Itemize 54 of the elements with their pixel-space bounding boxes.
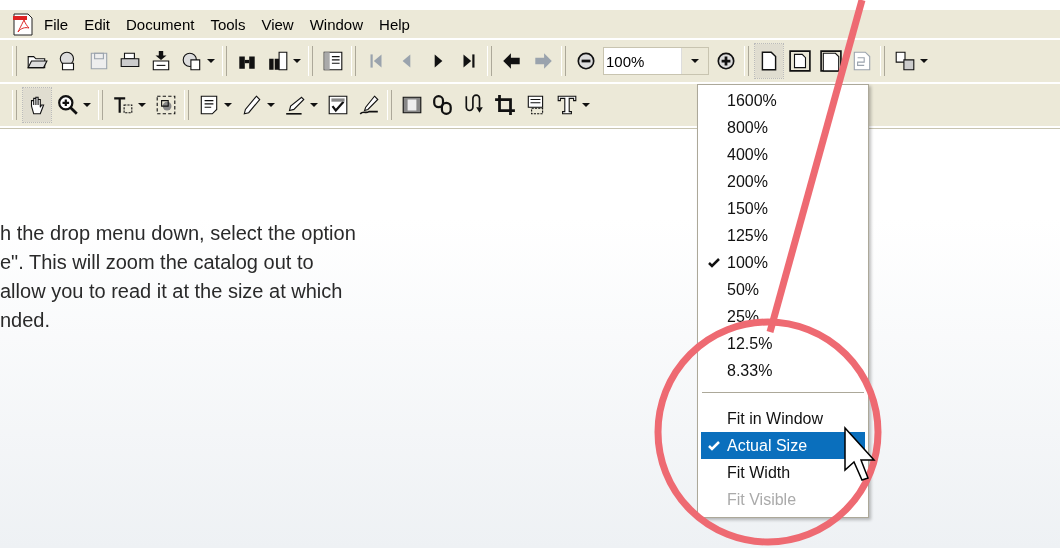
text-select-icon[interactable] [112,94,134,116]
zoom-combo-box[interactable]: 100% [603,47,709,75]
framed-page-icon[interactable] [789,50,811,72]
zoom-option[interactable]: 800% [701,114,865,141]
note-icon[interactable] [198,94,220,116]
zoom-option[interactable]: 200% [701,168,865,195]
snapshot-icon[interactable] [155,94,177,116]
zoom-option[interactable]: 8.33% [701,357,865,384]
menu-item[interactable]: Edit [76,15,119,33]
zoom-option[interactable]: 125% [701,222,865,249]
caret-icon[interactable] [267,102,275,108]
crop-icon[interactable] [494,94,516,116]
zoom-option[interactable]: 50% [701,276,865,303]
menu-item[interactable]: Window [301,15,372,33]
panel-icon[interactable] [322,50,344,72]
caret-icon[interactable] [224,102,232,108]
menu-item[interactable]: Tools [202,15,254,33]
zoom-option[interactable]: 100% [701,249,865,276]
pencil-icon[interactable] [241,94,263,116]
film-icon[interactable] [401,94,423,116]
zoom-in-icon[interactable] [715,50,737,72]
selected-tool-button[interactable] [23,88,51,122]
highlighter-icon[interactable] [284,94,306,116]
menu-item[interactable]: File [36,15,77,33]
globe-page-icon[interactable] [181,50,203,72]
outbox-icon[interactable] [150,50,172,72]
pages-icon[interactable] [894,50,916,72]
spellcheck-icon[interactable] [327,94,349,116]
article-icon[interactable] [463,94,485,116]
zoom-out-icon[interactable] [575,50,597,72]
caret-icon[interactable] [691,58,699,64]
caret-icon[interactable] [83,102,91,108]
wide-page-icon[interactable] [820,50,842,72]
pdf-document-icon[interactable] [12,12,34,36]
magnifier-icon[interactable] [57,94,79,116]
selected-tool-button[interactable] [755,44,783,78]
zoom-option[interactable]: 400% [701,141,865,168]
zoom-option[interactable]: 150% [701,195,865,222]
chain-link-icon[interactable] [432,94,454,116]
caret-icon[interactable] [293,58,301,64]
menu-item[interactable]: View [253,15,302,33]
menu-item[interactable]: Help [371,15,418,33]
caret-icon[interactable] [138,102,146,108]
menu-item[interactable]: Document [118,15,203,33]
caret-icon[interactable] [582,102,590,108]
instruction-text: h the drop menu down, select the option e". This will zoom the catalog out to allow you to read it at the size at which nded. [0,221,357,333]
signature-icon[interactable] [358,94,380,116]
caret-icon[interactable] [920,58,928,64]
zoom-option[interactable]: Fit in Window [701,405,865,432]
zoom-option[interactable]: 12.5% [701,330,865,357]
text-tool-icon[interactable] [556,94,578,116]
caret-icon[interactable] [207,58,215,64]
caret-icon[interactable] [310,102,318,108]
zoom-option[interactable]: 1600% [701,87,865,114]
